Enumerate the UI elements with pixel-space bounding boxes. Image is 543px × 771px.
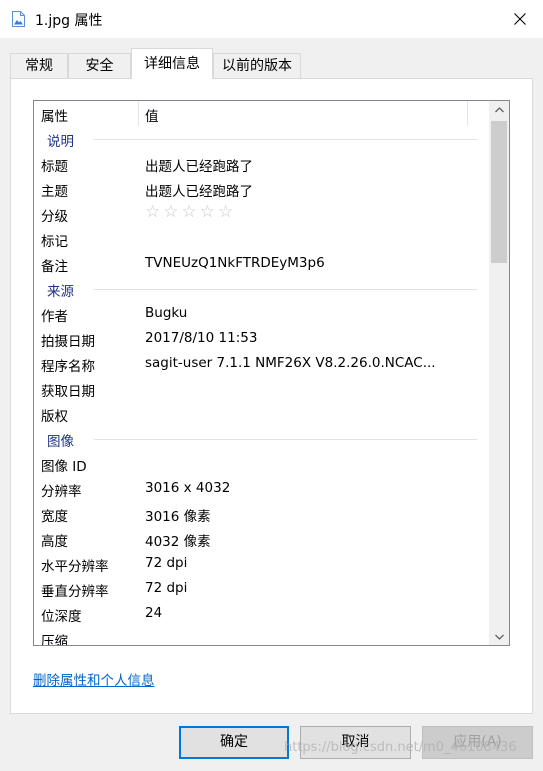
scrollbar-thumb[interactable] (491, 121, 507, 263)
property-row-image-id[interactable]: 图像 ID (34, 451, 490, 476)
column-header-value[interactable]: 值 (145, 105, 159, 125)
property-row-width[interactable]: 宽度 3016 像素 (34, 501, 490, 526)
property-row-date-acquired[interactable]: 获取日期 (34, 376, 490, 401)
column-divider[interactable] (138, 101, 139, 126)
property-name: 垂直分辨率 (41, 584, 109, 600)
property-row-author[interactable]: 作者 Bugku (34, 301, 490, 326)
image-file-icon (12, 11, 25, 27)
vertical-scrollbar[interactable] (489, 101, 509, 645)
property-row-subject[interactable]: 主题 出题人已经跑路了 (34, 176, 490, 201)
property-row-title[interactable]: 标题 出题人已经跑路了 (34, 151, 490, 176)
group-header-origin[interactable]: 来源 (34, 276, 490, 301)
watermark: https://blog.csdn.net/m0_46108436 (284, 740, 517, 755)
property-name: 图像 ID (41, 459, 87, 475)
property-name: 备注 (41, 259, 68, 275)
tab-general[interactable]: 常规 (10, 53, 68, 78)
tab-bar: 常规 安全 详细信息 以前的版本 (10, 48, 533, 79)
property-row-copyright[interactable]: 版权 (34, 401, 490, 426)
group-header-image[interactable]: 图像 (34, 426, 490, 451)
group-divider (94, 439, 477, 440)
group-header-description[interactable]: 说明 (34, 126, 490, 151)
property-row-dimensions[interactable]: 分辨率 3016 x 4032 (34, 476, 490, 501)
property-name: 位深度 (41, 609, 82, 625)
property-row-compression[interactable]: 压缩 (34, 626, 490, 646)
property-name: 分辨率 (41, 484, 82, 500)
remove-properties-link[interactable]: 删除属性和个人信息 (33, 669, 155, 689)
group-divider (94, 139, 477, 140)
property-name: 版权 (41, 409, 68, 425)
property-rows: 说明 标题 出题人已经跑路了 主题 出题人已经跑路了 分级 ☆☆☆☆☆ 标记 备… (34, 126, 490, 646)
chevron-down-icon (494, 634, 504, 640)
close-button[interactable] (497, 0, 543, 38)
scroll-up-button[interactable] (489, 101, 509, 118)
property-value: TVNEUzQ1NkFTRDEyM3p6 (145, 255, 325, 271)
property-row-vertical-resolution[interactable]: 垂直分辨率 72 dpi (34, 576, 490, 601)
scroll-down-button[interactable] (489, 628, 509, 645)
property-row-height[interactable]: 高度 4032 像素 (34, 526, 490, 551)
tab-previous-versions[interactable]: 以前的版本 (213, 53, 301, 78)
property-row-date-taken[interactable]: 拍摄日期 2017/8/10 11:53 (34, 326, 490, 351)
property-value: sagit-user 7.1.1 NMF26X V8.2.26.0.NCAC..… (145, 355, 436, 371)
close-icon (514, 13, 526, 25)
property-value: Bugku (145, 305, 188, 321)
ok-button[interactable]: 确定 (179, 726, 289, 759)
property-row-program-name[interactable]: 程序名称 sagit-user 7.1.1 NMF26X V8.2.26.0.N… (34, 351, 490, 376)
property-value: 2017/8/10 11:53 (145, 330, 258, 346)
tab-security[interactable]: 安全 (68, 53, 131, 78)
property-value: 72 dpi (145, 580, 188, 596)
group-divider (94, 289, 477, 290)
list-header: 属性 值 (34, 101, 490, 126)
property-value: 3016 x 4032 (145, 480, 231, 496)
property-value: 24 (145, 605, 163, 621)
property-name: 作者 (41, 309, 68, 325)
property-name: 标记 (41, 234, 68, 250)
property-row-tags[interactable]: 标记 (34, 226, 490, 251)
property-name: 宽度 (41, 509, 68, 525)
property-value: 4032 像素 (145, 534, 211, 550)
title-bar: 1.jpg 属性 (0, 0, 543, 38)
property-row-rating[interactable]: 分级 ☆☆☆☆☆ (34, 201, 490, 226)
property-name: 程序名称 (41, 359, 95, 375)
property-value: 出题人已经跑路了 (145, 184, 253, 200)
property-value: 72 dpi (145, 555, 188, 571)
property-name: 高度 (41, 534, 68, 550)
property-name: 标题 (41, 159, 68, 175)
details-panel: 属性 值 说明 标题 出题人已经跑路了 主题 出题人已经跑路了 分级 ☆☆☆☆☆ (10, 78, 533, 714)
tab-details[interactable]: 详细信息 (131, 48, 213, 79)
column-divider[interactable] (467, 101, 468, 126)
property-value: 出题人已经跑路了 (145, 159, 253, 175)
column-header-property[interactable]: 属性 (41, 105, 68, 125)
chevron-up-icon (494, 106, 504, 112)
property-name: 水平分辨率 (41, 559, 109, 575)
property-name: 压缩 (41, 634, 68, 646)
property-name: 分级 (41, 209, 68, 225)
property-name: 获取日期 (41, 384, 95, 400)
property-row-bit-depth[interactable]: 位深度 24 (34, 601, 490, 626)
property-row-horizontal-resolution[interactable]: 水平分辨率 72 dpi (34, 551, 490, 576)
property-value: 3016 像素 (145, 509, 211, 525)
property-name: 拍摄日期 (41, 334, 95, 350)
property-row-comments[interactable]: 备注 TVNEUzQ1NkFTRDEyM3p6 (34, 251, 490, 276)
rating-stars[interactable]: ☆☆☆☆☆ (145, 202, 236, 222)
window-title: 1.jpg 属性 (35, 13, 103, 29)
property-name: 主题 (41, 184, 68, 200)
property-list[interactable]: 属性 值 说明 标题 出题人已经跑路了 主题 出题人已经跑路了 分级 ☆☆☆☆☆ (33, 100, 510, 646)
